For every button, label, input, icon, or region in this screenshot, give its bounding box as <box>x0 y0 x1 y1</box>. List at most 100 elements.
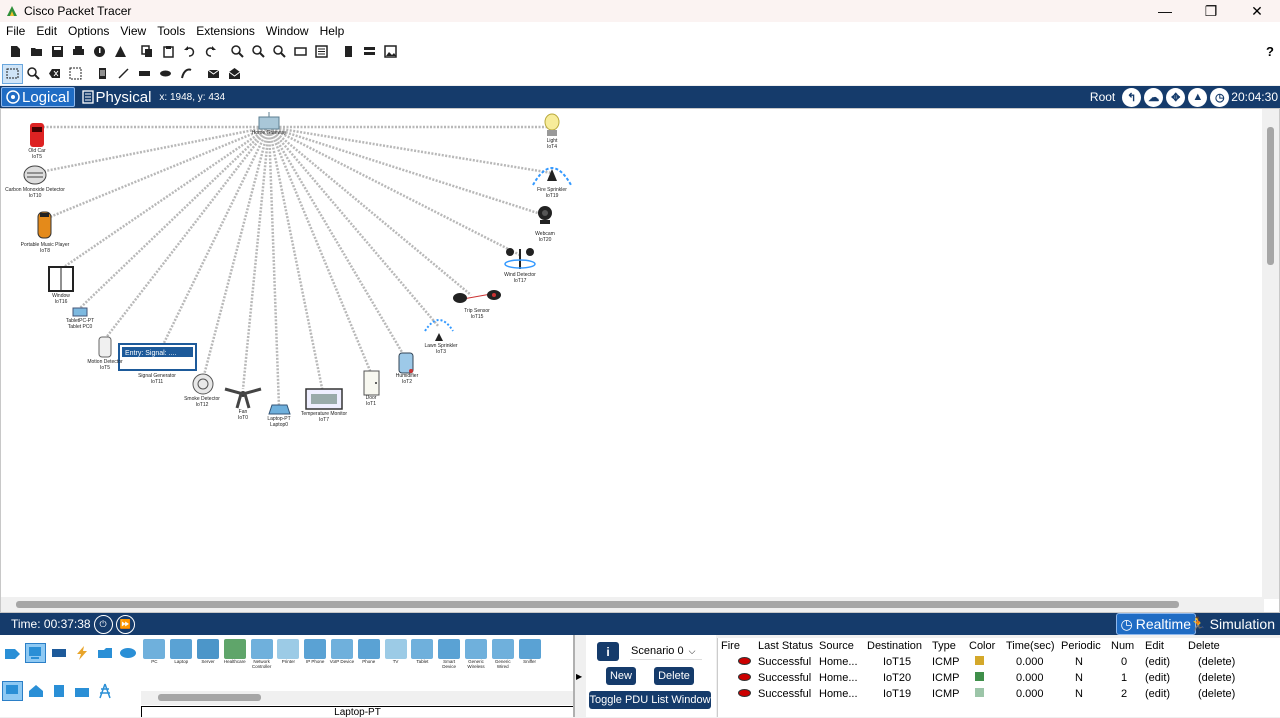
vertical-scrollbar-thumb[interactable] <box>1267 127 1274 265</box>
menu-extensions[interactable]: Extensions <box>190 24 260 38</box>
device-option-generic-wired[interactable]: Generic Wired <box>489 637 516 691</box>
old-car-device[interactable] <box>30 123 44 147</box>
scenario-select[interactable]: Scenario 0 ⌵ <box>630 643 702 660</box>
network-devices-icon[interactable] <box>2 643 23 663</box>
temperature-monitor-device[interactable] <box>305 388 343 410</box>
realtime-mode-button[interactable]: ◷ Realtime <box>1115 613 1196 635</box>
set-background-icon[interactable]: ▲ <box>1188 87 1208 107</box>
device-option-pc[interactable]: PC <box>141 637 168 691</box>
paste-icon[interactable] <box>158 41 179 61</box>
open-folder-icon[interactable] <box>26 41 47 61</box>
menu-options[interactable]: Options <box>62 24 114 38</box>
collapse-panel-icon[interactable]: ▶ <box>576 672 582 681</box>
drawing-palette-icon[interactable] <box>290 41 311 61</box>
window-device[interactable] <box>48 266 74 292</box>
device-option-healthcare[interactable]: Healthcare <box>221 637 248 691</box>
door-device[interactable] <box>363 370 380 396</box>
vertical-scrollbar[interactable] <box>1262 109 1279 599</box>
resize-shape-icon[interactable] <box>65 64 86 84</box>
device-option-tv[interactable]: TV <box>382 637 409 691</box>
edit-pdu-link[interactable]: (edit) <box>1145 654 1188 670</box>
restore-button[interactable]: ❐ <box>1188 0 1234 22</box>
fire-pdu-icon[interactable] <box>738 689 751 697</box>
simulation-mode-button[interactable]: 🏃 Simulation <box>1187 613 1277 635</box>
subcategory-pc-icon[interactable] <box>2 681 23 701</box>
device-list-scrollbar-thumb[interactable] <box>158 694 261 701</box>
menu-tools[interactable]: Tools <box>151 24 190 38</box>
horizontal-scrollbar[interactable] <box>1 597 1264 612</box>
cluster-icon[interactable] <box>359 41 380 61</box>
freeform-icon[interactable] <box>176 64 197 84</box>
toggle-pdu-list-button[interactable]: Toggle PDU List Window <box>589 691 711 709</box>
power-cycle-icon[interactable]: ⏻ <box>93 614 113 634</box>
subcategory-home-icon[interactable] <box>25 681 46 701</box>
redo-icon[interactable] <box>200 41 221 61</box>
device-option-server[interactable]: Server <box>195 637 222 691</box>
device-option-network-controller[interactable]: Network Controller <box>248 637 275 691</box>
fast-forward-icon[interactable]: ⏩ <box>115 614 135 634</box>
root-label[interactable]: Root <box>1090 90 1115 104</box>
laptop-device[interactable] <box>268 404 291 415</box>
signal-generator-device[interactable]: Entry: Signal: .... <box>118 343 197 371</box>
fire-pdu-icon[interactable] <box>738 673 751 681</box>
fire-pdu-icon[interactable] <box>738 657 751 665</box>
webcam-device[interactable] <box>538 206 552 224</box>
device-option-printer[interactable]: Printer <box>275 637 302 691</box>
zoom-out-icon[interactable] <box>269 41 290 61</box>
delete-scenario-button[interactable]: Delete <box>654 667 694 685</box>
light-device[interactable] <box>544 113 560 136</box>
tablet-pc-device[interactable] <box>72 307 88 317</box>
inspect-icon[interactable] <box>23 64 44 84</box>
back-icon[interactable]: ↰ <box>1122 87 1142 107</box>
cluster-cloud-icon[interactable]: ☁ <box>1144 87 1164 107</box>
document-icon[interactable] <box>338 41 359 61</box>
draw-line-icon[interactable] <box>113 64 134 84</box>
image-icon[interactable] <box>380 41 401 61</box>
subcategory-smart-city-icon[interactable] <box>48 681 69 701</box>
motion-detector-device[interactable] <box>98 336 112 358</box>
device-option-ip-phone[interactable]: IP Phone <box>302 637 329 691</box>
new-scenario-button[interactable]: New <box>606 667 636 685</box>
close-button[interactable]: ✕ <box>1234 0 1280 22</box>
menu-help[interactable]: Help <box>314 24 350 38</box>
wind-detector-device[interactable] <box>504 248 536 269</box>
device-list-scrollbar[interactable] <box>141 691 573 705</box>
edit-pdu-link[interactable]: (edit) <box>1145 670 1188 686</box>
device-option-phone[interactable]: Phone <box>355 637 382 691</box>
add-simple-pdu-icon[interactable] <box>203 64 224 84</box>
edit-pdu-link[interactable]: (edit) <box>1145 686 1188 702</box>
device-option-sniffer[interactable]: Sniffer <box>516 637 543 691</box>
delete-pdu-link[interactable]: (delete) <box>1188 670 1238 686</box>
menu-window[interactable]: Window <box>260 24 314 38</box>
activity-wizard-icon[interactable] <box>89 41 110 61</box>
humidifier-device[interactable] <box>398 352 414 374</box>
info-icon[interactable]: i <box>597 642 619 661</box>
select-tool-icon[interactable] <box>2 63 23 84</box>
fan-device[interactable] <box>224 387 262 409</box>
menu-file[interactable]: File <box>0 24 30 38</box>
help-icon[interactable]: ? <box>1266 44 1274 59</box>
home-gateway[interactable] <box>258 112 280 130</box>
network-info-icon[interactable] <box>110 41 131 61</box>
connections-icon[interactable] <box>71 643 92 663</box>
music-player-device[interactable] <box>37 211 52 239</box>
menu-view[interactable]: View <box>114 24 151 38</box>
horizontal-scrollbar-thumb[interactable] <box>16 601 1179 608</box>
lawn-sprinkler-device[interactable] <box>424 319 454 341</box>
add-complex-pdu-icon[interactable] <box>224 64 245 84</box>
device-option-laptop[interactable]: Laptop <box>168 637 195 691</box>
delete-tool-icon[interactable] <box>44 64 65 84</box>
copy-icon[interactable] <box>137 41 158 61</box>
device-option-smart-device[interactable]: Smart Device <box>436 637 463 691</box>
components-icon[interactable] <box>48 643 69 663</box>
new-file-icon[interactable] <box>5 41 26 61</box>
save-icon[interactable] <box>47 41 68 61</box>
move-object-icon[interactable]: ✥ <box>1166 87 1186 107</box>
delete-pdu-link[interactable]: (delete) <box>1188 654 1238 670</box>
zoom-in-icon[interactable] <box>227 41 248 61</box>
print-icon[interactable] <box>68 41 89 61</box>
menu-edit[interactable]: Edit <box>30 24 62 38</box>
undo-icon[interactable] <box>179 41 200 61</box>
multiuser-connection-icon[interactable] <box>117 643 138 663</box>
tab-logical[interactable]: Logical <box>1 87 75 107</box>
